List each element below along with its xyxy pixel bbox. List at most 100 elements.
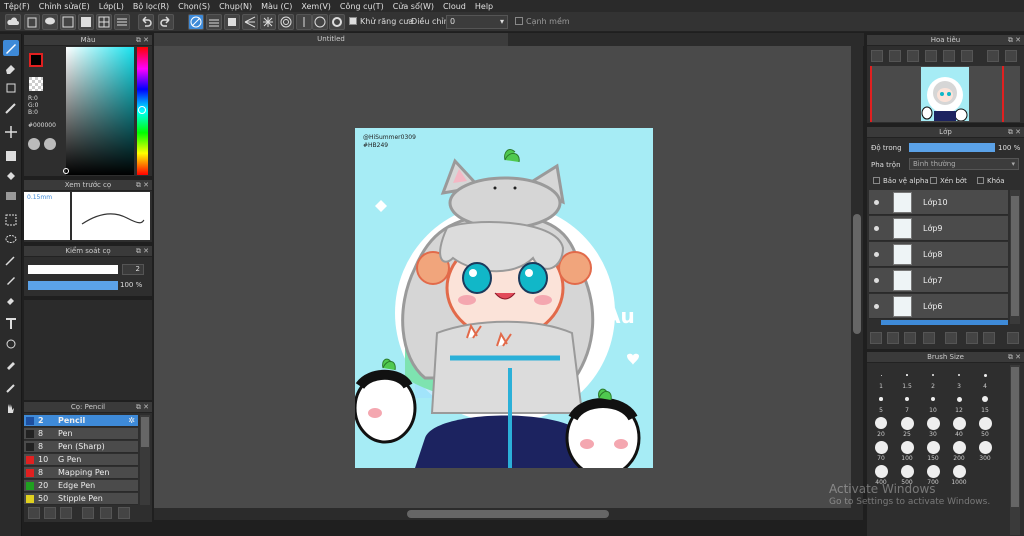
fit-window-icon[interactable] <box>907 50 919 62</box>
layer-row[interactable]: Lớp6 <box>869 294 1008 319</box>
panel-close-icon[interactable]: ⧉ ✕ <box>1008 127 1021 138</box>
zoom-in-icon[interactable] <box>871 50 883 62</box>
sv-picker-cursor[interactable] <box>63 168 69 174</box>
brush-size-scroll-thumb[interactable] <box>1011 367 1019 507</box>
brush-size-option[interactable]: 30 <box>921 414 945 440</box>
hue-slider-handle[interactable] <box>138 106 146 114</box>
brush-size-input[interactable]: 2 <box>122 264 144 275</box>
brush-size-option[interactable]: 12 <box>947 390 971 416</box>
brush-size-option[interactable]: 2 <box>921 366 945 392</box>
blur-tool-icon[interactable] <box>3 100 19 116</box>
rotate-left-icon[interactable] <box>943 50 955 62</box>
eyedropper-tool-icon[interactable] <box>3 356 19 372</box>
panel-icon[interactable] <box>78 14 94 30</box>
move-tool-icon[interactable] <box>3 124 19 140</box>
lock-checkbox[interactable] <box>977 177 984 184</box>
flip-icon[interactable] <box>987 50 999 62</box>
soft-edge-checkbox[interactable] <box>515 17 523 25</box>
rotate-right-icon[interactable] <box>961 50 973 62</box>
pen-tool-icon[interactable] <box>3 380 19 396</box>
menu-edit[interactable]: Chỉnh sửa(E) <box>39 2 90 11</box>
navigator-preview[interactable] <box>870 66 1020 122</box>
bucket-tool-icon[interactable] <box>3 168 19 184</box>
symmetry-icon[interactable] <box>296 14 312 30</box>
layer-list-scroll-thumb[interactable] <box>1011 196 1019 316</box>
brush-list-scrollbar[interactable] <box>140 415 150 505</box>
text-tool-icon[interactable] <box>3 316 19 332</box>
brush-size-scrollbar[interactable] <box>1010 365 1020 535</box>
divide-tool-icon[interactable] <box>3 336 19 352</box>
brush-delete-icon[interactable] <box>118 507 130 519</box>
hue-slider[interactable] <box>137 47 148 175</box>
artwork-canvas[interactable]: @HiSummer0309 #HB249 Au <box>355 128 653 468</box>
horizontal-scrollbar[interactable] <box>154 508 863 520</box>
visibility-eye-icon[interactable] <box>874 252 879 257</box>
gradient-tool-icon[interactable] <box>3 188 19 204</box>
menu-file[interactable]: Tệp(F) <box>4 2 30 11</box>
protect-alpha-checkbox[interactable] <box>873 177 880 184</box>
brush-size-option[interactable]: 40 <box>947 414 971 440</box>
layer-row[interactable]: Lớp7 <box>869 268 1008 293</box>
menu-cloud[interactable]: Cloud <box>443 2 466 11</box>
panel-close-icon[interactable]: ⧉ ✕ <box>136 180 149 191</box>
vertical-scrollbar[interactable] <box>851 46 863 508</box>
brush-size-option[interactable]: 150 <box>921 438 945 464</box>
visibility-eye-icon[interactable] <box>874 226 879 231</box>
color-wheel-icon[interactable] <box>44 138 56 150</box>
brush-size-option[interactable]: 1 <box>869 366 893 392</box>
panel-close-icon[interactable]: ⧉ ✕ <box>136 246 149 257</box>
menu-window[interactable]: Cửa sổ(W) <box>393 2 434 11</box>
cloud-icon[interactable] <box>5 14 21 30</box>
zoom-out-icon[interactable] <box>889 50 901 62</box>
palette-icon[interactable] <box>28 138 40 150</box>
menu-capture[interactable]: Chụp(N) <box>219 2 252 11</box>
color-hex-value[interactable]: #000000 <box>28 122 56 129</box>
concentric-icon[interactable] <box>278 14 294 30</box>
undo-icon[interactable] <box>138 14 154 30</box>
layer-list-scrollbar[interactable] <box>1010 190 1020 324</box>
comic-icon[interactable] <box>60 14 76 30</box>
brush-size-slider[interactable] <box>28 265 118 274</box>
brush-size-option[interactable]: 1000 <box>947 462 971 488</box>
export-icon[interactable] <box>24 14 40 30</box>
brush-size-option[interactable]: 300 <box>973 438 997 464</box>
new-layer-icon[interactable] <box>870 332 882 344</box>
brush-size-option[interactable]: 7 <box>895 390 919 416</box>
layer-row[interactable]: Lớp9 <box>869 216 1008 241</box>
redo-icon[interactable] <box>158 14 174 30</box>
document-tab[interactable]: Untitled <box>154 33 508 46</box>
visibility-eye-icon[interactable] <box>874 304 879 309</box>
brush-item-mapping-pen[interactable]: 8 Mapping Pen <box>24 467 138 479</box>
circle-snap-icon[interactable] <box>312 14 328 30</box>
menu-color[interactable]: Màu (C) <box>261 2 292 11</box>
brush-item-stipple-pen[interactable]: 50 Stipple Pen <box>24 493 138 505</box>
brush-size-option[interactable]: 15 <box>973 390 997 416</box>
panel-close-icon[interactable]: ⧉ ✕ <box>136 35 149 46</box>
brush-size-option[interactable]: 4 <box>973 366 997 392</box>
duplicate-layer-icon[interactable] <box>966 332 978 344</box>
menu-select[interactable]: Chọn(S) <box>178 2 210 11</box>
hatch-icon[interactable] <box>206 14 222 30</box>
saturation-value-picker[interactable] <box>63 47 134 175</box>
fill-square-icon[interactable] <box>224 14 240 30</box>
eraser-tool-icon[interactable] <box>3 60 19 76</box>
brush-item-g-pen[interactable]: 10 G Pen <box>24 454 138 466</box>
magic-wand-icon[interactable] <box>3 252 19 268</box>
select-pen-icon[interactable] <box>3 272 19 288</box>
menu-tools[interactable]: Công cụ(T) <box>340 2 384 11</box>
brush-item-pen-sharp[interactable]: 8 Pen (Sharp) <box>24 441 138 453</box>
radial-icon[interactable] <box>260 14 276 30</box>
gear-icon[interactable]: ✲ <box>128 415 135 427</box>
brush-size-option[interactable]: 200 <box>947 438 971 464</box>
layer-menu-icon[interactable] <box>923 332 935 344</box>
layer-row[interactable]: Lớp10 <box>869 190 1008 215</box>
menu-view[interactable]: Xem(V) <box>301 2 331 11</box>
select-eraser-icon[interactable] <box>3 292 19 308</box>
transparent-color-swatch[interactable] <box>29 77 43 91</box>
antialias-checkbox[interactable] <box>349 17 357 25</box>
panel-close-icon[interactable]: ⧉ ✕ <box>1008 35 1021 46</box>
grid-icon[interactable] <box>96 14 112 30</box>
select-tool-icon[interactable] <box>3 212 19 228</box>
menu-filter[interactable]: Bộ lọc(R) <box>133 2 169 11</box>
no-stabilizer-icon[interactable] <box>188 14 204 30</box>
